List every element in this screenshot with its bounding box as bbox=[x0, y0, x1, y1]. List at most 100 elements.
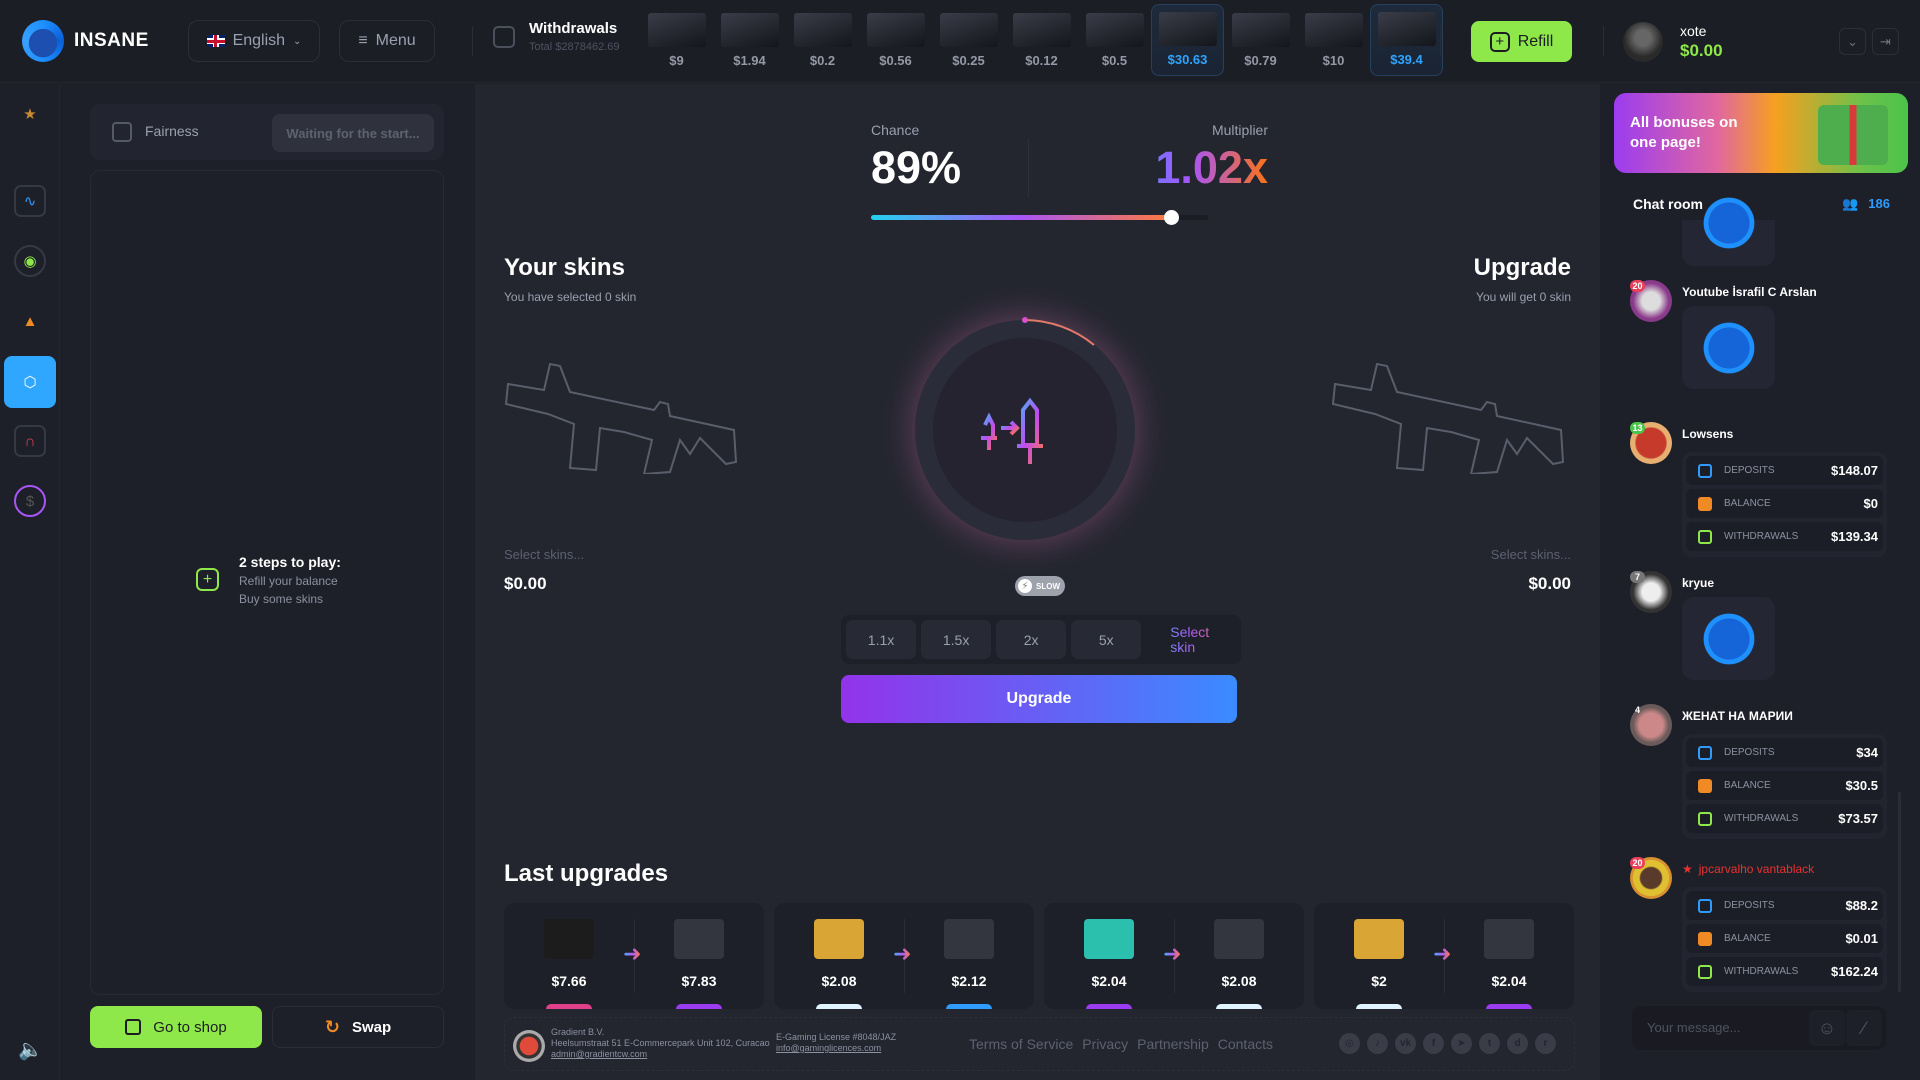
chat-username[interactable]: kryue bbox=[1682, 576, 1714, 590]
arrow-right-icon: ➜ bbox=[1163, 941, 1182, 966]
stat-balance: BALANCE $0 bbox=[1686, 489, 1883, 518]
live-drop-item[interactable]: $30.63 bbox=[1151, 4, 1224, 76]
rarity-bar bbox=[816, 1004, 862, 1009]
skin-image bbox=[939, 13, 998, 47]
footer-link-contacts[interactable]: Contacts bbox=[1218, 1036, 1273, 1052]
brand-name: INSANE bbox=[74, 30, 149, 51]
sidebar-item-upgrade[interactable]: ⬡ bbox=[4, 356, 56, 408]
drop-price: $0.2 bbox=[809, 53, 836, 68]
fairness-bar: Fairness Waiting for the start... bbox=[90, 104, 444, 160]
multiplier-2x[interactable]: 2x bbox=[996, 620, 1067, 659]
telegram-icon[interactable]: ➤ bbox=[1451, 1033, 1472, 1054]
slider-handle[interactable] bbox=[1163, 210, 1179, 225]
to-price: $7.83 bbox=[681, 973, 717, 989]
go-to-shop-button[interactable]: Go to shop bbox=[90, 1006, 262, 1048]
multiplier-1-5x[interactable]: 1.5x bbox=[921, 620, 992, 659]
multiplier-1-1x[interactable]: 1.1x bbox=[846, 620, 917, 659]
chat-username[interactable]: ЖЕНАТ НА МАРИИ bbox=[1682, 709, 1793, 723]
fairness-label[interactable]: Fairness bbox=[145, 123, 199, 139]
footer-link-terms[interactable]: Terms of Service bbox=[969, 1036, 1073, 1052]
users-icon: 👥 bbox=[1842, 196, 1859, 211]
live-drop-item[interactable]: $39.4 bbox=[1370, 4, 1443, 76]
user-avatar[interactable] bbox=[1623, 22, 1663, 62]
sidebar-item-crash[interactable]: ∿ bbox=[14, 185, 46, 217]
live-drop-item[interactable]: $0.5 bbox=[1078, 4, 1151, 76]
facebook-icon[interactable]: f bbox=[1423, 1033, 1444, 1054]
chat-username[interactable]: Youtube İsrafil C Arslan bbox=[1682, 285, 1817, 299]
upgrade-card[interactable]: $2.08 ➜ $2.12 bbox=[774, 903, 1034, 1009]
swap-button[interactable]: ↻ Swap bbox=[272, 1006, 444, 1048]
stat-label: WITHDRAWALS bbox=[1724, 531, 1799, 542]
user-profile[interactable]: xote $0.00 bbox=[1623, 22, 1723, 62]
bonuses-banner[interactable]: All bonuses on one page! bbox=[1614, 93, 1908, 173]
withdrawals-summary: Withdrawals Total $2878462.69 bbox=[493, 20, 620, 53]
sidebar-item-trend[interactable]: ★ bbox=[14, 98, 46, 130]
chat-username[interactable]: ★ jpcarvalho vantablack bbox=[1682, 862, 1814, 876]
chance-slider[interactable] bbox=[871, 210, 1208, 225]
deposit-icon bbox=[1698, 898, 1712, 913]
live-drop-item[interactable]: $0.25 bbox=[932, 4, 1005, 76]
live-drop-item[interactable]: $0.12 bbox=[1005, 4, 1078, 76]
last-upgrades-title: Last upgrades bbox=[504, 860, 669, 887]
language-selector[interactable]: English ⌄ bbox=[188, 20, 320, 62]
inventory-panel: + 2 steps to play: Refill your balance B… bbox=[90, 170, 444, 995]
sound-toggle[interactable]: 🔈 bbox=[18, 1037, 43, 1062]
footer-link-privacy[interactable]: Privacy bbox=[1082, 1036, 1128, 1052]
footer-link-partnership[interactable]: Partnership bbox=[1137, 1036, 1209, 1052]
live-drop-item[interactable]: $10 bbox=[1297, 4, 1370, 76]
speed-toggle[interactable]: ⚡ SLOW bbox=[1015, 576, 1065, 596]
skin-image bbox=[1158, 12, 1217, 46]
plus-icon: + bbox=[1489, 31, 1510, 52]
chat-username[interactable]: Lowsens bbox=[1682, 427, 1733, 441]
chat-scrollbar[interactable] bbox=[1898, 792, 1901, 992]
swap-icon: ↻ bbox=[324, 1016, 340, 1037]
menu-button[interactable]: ≡ Menu bbox=[339, 20, 435, 62]
chat-input[interactable]: Your message... ☺ ∕ bbox=[1632, 1006, 1886, 1050]
company-name: Gradient B.V. bbox=[551, 1027, 605, 1037]
emoji-button[interactable]: ☺ bbox=[1809, 1010, 1845, 1046]
upgrade-button[interactable]: Upgrade bbox=[841, 675, 1237, 723]
multiplier-5x[interactable]: 5x bbox=[1071, 620, 1142, 659]
skin-image bbox=[793, 13, 852, 47]
stat-value: $139.34 bbox=[1831, 529, 1878, 544]
sidebar-item-roulette[interactable]: ◉ bbox=[14, 245, 46, 277]
tiktok-icon[interactable]: ♪ bbox=[1367, 1033, 1388, 1054]
collapse-chat-button[interactable]: ⇥ bbox=[1872, 28, 1899, 55]
license-email-link[interactable]: info@gaminglicences.com bbox=[776, 1043, 896, 1054]
multiplier-options: 1.1x 1.5x 2x 5x Select skin bbox=[841, 615, 1241, 664]
upgrade-card[interactable]: $2 ➜ $2.04 bbox=[1314, 903, 1574, 1009]
from-price: $2.04 bbox=[1091, 973, 1127, 989]
live-drop-item[interactable]: $0.79 bbox=[1224, 4, 1297, 76]
discord-icon[interactable]: d bbox=[1507, 1033, 1528, 1054]
upgrade-from: $2 bbox=[1324, 919, 1434, 989]
sidebar-item-cases[interactable]: ∩ bbox=[14, 425, 46, 457]
expand-button[interactable]: ⌄ bbox=[1839, 28, 1866, 55]
select-skin-option[interactable]: Select skin bbox=[1146, 620, 1236, 659]
instagram-icon[interactable]: ◎ bbox=[1339, 1033, 1360, 1054]
drop-price: $0.25 bbox=[952, 53, 985, 68]
skin-image bbox=[1085, 13, 1144, 47]
curacao-seal-icon bbox=[513, 1030, 545, 1062]
live-drop-item[interactable]: $1.94 bbox=[713, 4, 786, 76]
upgrade-card[interactable]: $2.04 ➜ $2.08 bbox=[1044, 903, 1304, 1009]
company-email-link[interactable]: admin@gradientcw.com bbox=[551, 1049, 770, 1060]
round-status: Waiting for the start... bbox=[272, 114, 434, 152]
commands-button[interactable]: ∕ bbox=[1846, 1010, 1882, 1046]
logo[interactable]: INSANE bbox=[22, 20, 149, 62]
live-drop-item[interactable]: $0.2 bbox=[786, 4, 859, 76]
twitter-icon[interactable]: t bbox=[1479, 1033, 1500, 1054]
live-drop-item[interactable]: $9 bbox=[640, 4, 713, 76]
rarity-bar bbox=[676, 1004, 722, 1009]
trend-icon: ★ bbox=[23, 106, 37, 123]
sidebar-item-fire[interactable]: ▲ bbox=[14, 305, 46, 337]
shop-label: Go to shop bbox=[153, 1018, 227, 1036]
live-drop-item[interactable]: $0.56 bbox=[859, 4, 932, 76]
vk-icon[interactable]: vk bbox=[1395, 1033, 1416, 1054]
refill-button[interactable]: + Refill bbox=[1471, 21, 1572, 62]
coins-icon bbox=[1698, 496, 1712, 511]
chance-value: 89% bbox=[871, 142, 962, 193]
upgrade-card[interactable]: $7.66 ➜ $7.83 bbox=[504, 903, 764, 1009]
sidebar-item-coinflip[interactable]: $ bbox=[14, 485, 46, 517]
reddit-icon[interactable]: r bbox=[1535, 1033, 1556, 1054]
chevron-down-icon: ⌄ bbox=[1847, 33, 1858, 49]
